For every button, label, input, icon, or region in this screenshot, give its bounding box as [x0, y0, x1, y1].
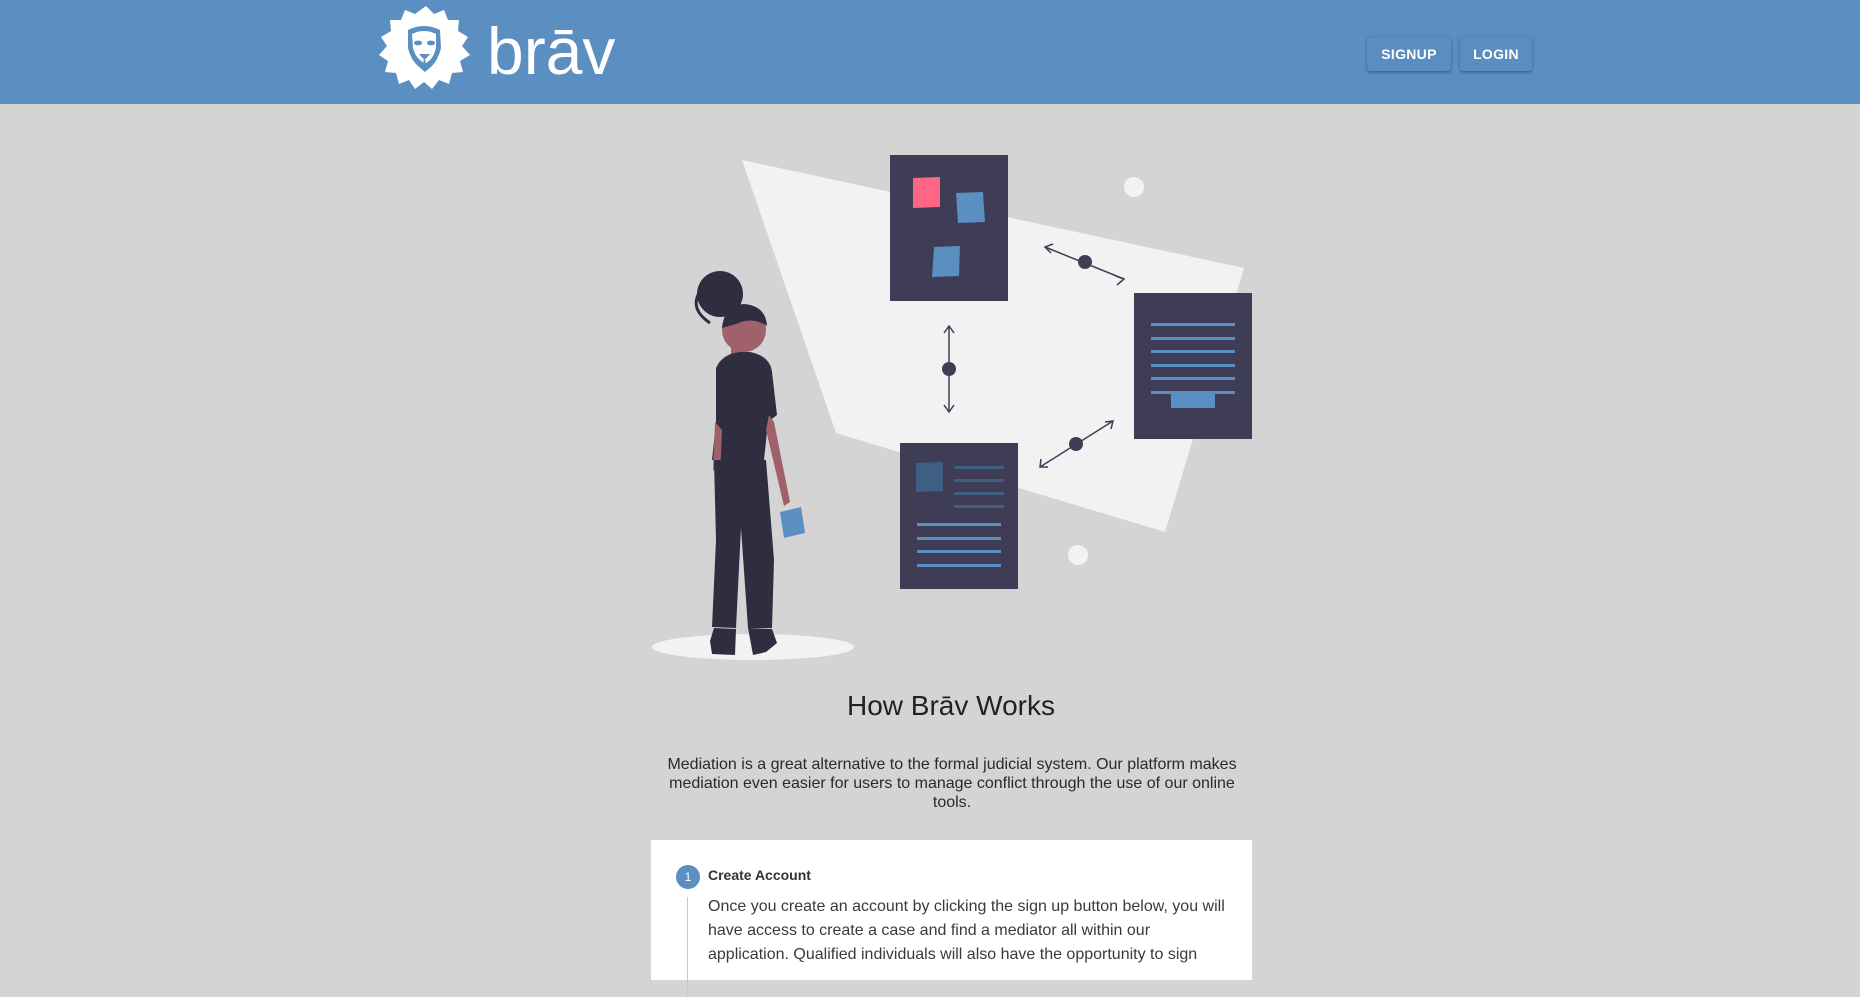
brav-logo[interactable]: brāv	[378, 4, 638, 92]
lion-head-icon	[379, 6, 470, 89]
intro-text: Mediation is a great alternative to the …	[667, 756, 1237, 811]
decor-dot	[1124, 177, 1144, 197]
signup-button[interactable]: SIGNUP	[1367, 37, 1451, 71]
step-number-badge: 1	[676, 865, 700, 889]
step-description: Once you create an account by clicking t…	[708, 898, 1225, 963]
decor-dot	[832, 268, 852, 288]
hero-illustration	[640, 140, 1260, 680]
steps-card: 1 Create Account Once you create an acco…	[651, 840, 1252, 997]
top-navbar: brāv SIGNUP LOGIN	[0, 0, 1860, 104]
step-title: Create Account	[708, 867, 811, 883]
document-bottom	[900, 443, 1018, 589]
document-top-left	[890, 155, 1008, 301]
decor-dot	[1068, 545, 1088, 565]
page-title: How Brāv Works	[847, 690, 1055, 721]
login-button[interactable]: LOGIN	[1460, 37, 1532, 71]
step-connector-line	[687, 897, 688, 997]
document-right	[1134, 293, 1252, 439]
brand-wordmark: brāv	[487, 14, 615, 88]
